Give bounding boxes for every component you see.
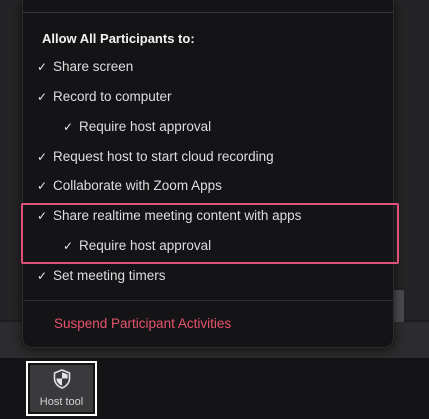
menu-item-set-meeting-timers[interactable]: ✓ Set meeting timers [37, 266, 166, 286]
host-tool-label: Host tool [39, 396, 84, 408]
menu-item-label: Request host to start cloud recording [53, 149, 274, 164]
host-tool-button[interactable]: Host tool [26, 361, 97, 416]
host-tool-button-face: Host tool [30, 365, 93, 412]
menu-item-label: Set meeting timers [53, 268, 166, 283]
menu-item-label: Collaborate with Zoom Apps [53, 178, 222, 193]
check-icon: ✓ [63, 120, 74, 134]
menu-item-label: Require host approval [79, 119, 212, 134]
shield-icon [53, 369, 71, 389]
check-icon: ✓ [37, 150, 48, 164]
host-tools-menu: Allow All Participants to: ✓ Share screen… [22, 0, 394, 348]
check-icon: ✓ [37, 90, 48, 104]
menu-item-collaborate-zoom-apps[interactable]: ✓ Collaborate with Zoom Apps [37, 176, 222, 196]
menu-item-label: Record to computer [53, 89, 172, 104]
highlight-annotation [21, 203, 399, 264]
suspend-participant-activities-button[interactable]: Suspend Participant Activities [54, 316, 231, 331]
check-icon: ✓ [37, 179, 48, 193]
menu-divider [23, 300, 393, 301]
menu-item-label: Share screen [53, 59, 134, 74]
menu-divider-top [23, 12, 393, 13]
check-icon: ✓ [37, 60, 48, 74]
check-icon: ✓ [37, 269, 48, 283]
menu-item-record-require-host-approval[interactable]: ✓ Require host approval [63, 117, 211, 137]
menu-item-request-cloud-recording[interactable]: ✓ Request host to start cloud recording [37, 147, 274, 167]
menu-item-share-screen[interactable]: ✓ Share screen [37, 57, 133, 77]
menu-heading: Allow All Participants to: [42, 31, 195, 46]
menu-item-record-to-computer[interactable]: ✓ Record to computer [37, 87, 172, 107]
